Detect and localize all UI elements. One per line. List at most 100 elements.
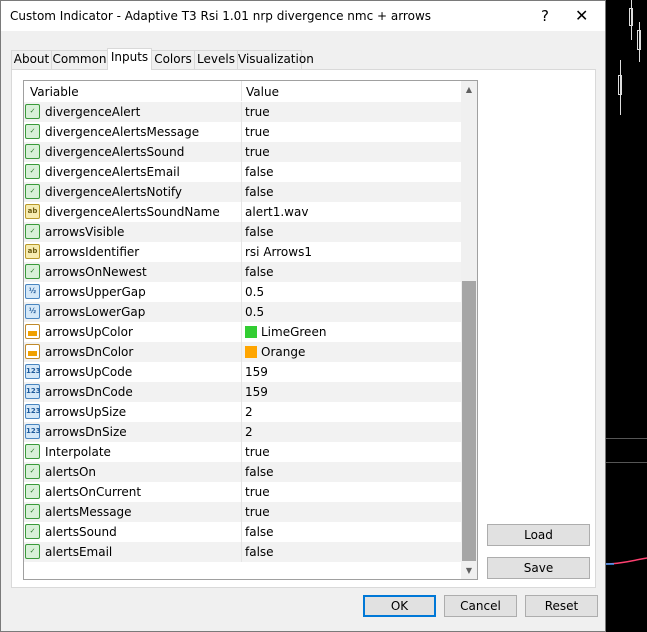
variable-name: divergenceAlertsNotify bbox=[45, 185, 183, 199]
tab-inputs[interactable]: Inputs bbox=[107, 48, 152, 70]
variable-value[interactable]: LimeGreen bbox=[261, 325, 326, 339]
grid-row[interactable]: arrowsDnColor Orange bbox=[24, 342, 461, 362]
grid-row[interactable]: ½ arrowsLowerGap 0.5 bbox=[24, 302, 461, 322]
boolean-type-icon: ✓ bbox=[25, 484, 40, 499]
grid-row[interactable]: 123 arrowsUpSize 2 bbox=[24, 402, 461, 422]
variable-name: divergenceAlertsSound bbox=[45, 145, 185, 159]
cell-divider bbox=[241, 202, 242, 222]
load-button[interactable]: Load bbox=[487, 524, 590, 546]
variable-name: arrowsIdentifier bbox=[45, 245, 140, 259]
string-type-icon: ab bbox=[25, 244, 40, 259]
variable-value[interactable]: 2 bbox=[245, 405, 253, 419]
grid-row[interactable]: ½ arrowsUpperGap 0.5 bbox=[24, 282, 461, 302]
chart-gridline bbox=[606, 462, 647, 463]
boolean-type-icon: ✓ bbox=[25, 164, 40, 179]
cell-divider bbox=[241, 442, 242, 462]
cell-divider bbox=[241, 522, 242, 542]
grid-row[interactable]: ✓ divergenceAlert true bbox=[24, 102, 461, 122]
variable-name: arrowsUpSize bbox=[45, 405, 127, 419]
grid-row[interactable]: ✓ alertsOnCurrent true bbox=[24, 482, 461, 502]
cell-divider bbox=[241, 262, 242, 282]
window-title: Custom Indicator - Adaptive T3 Rsi 1.01 … bbox=[10, 9, 432, 23]
cell-divider bbox=[241, 382, 242, 402]
variable-value[interactable]: Orange bbox=[261, 345, 305, 359]
color-swatch bbox=[245, 346, 257, 358]
tab-visualization[interactable]: Visualization bbox=[237, 50, 314, 69]
boolean-type-icon: ✓ bbox=[25, 524, 40, 539]
variable-name: arrowsDnCode bbox=[45, 385, 133, 399]
grid-row[interactable]: ✓ alertsMessage true bbox=[24, 502, 461, 522]
variable-value[interactable]: 2 bbox=[245, 425, 253, 439]
variable-name: divergenceAlertsSoundName bbox=[45, 205, 220, 219]
grid-row[interactable]: ✓ arrowsVisible false bbox=[24, 222, 461, 242]
variable-name: arrowsOnNewest bbox=[45, 265, 147, 279]
column-header-value[interactable]: Value bbox=[246, 85, 279, 99]
tab-levels[interactable]: Levels bbox=[194, 50, 238, 69]
variable-value[interactable]: 159 bbox=[245, 385, 268, 399]
cancel-button[interactable]: Cancel bbox=[444, 595, 517, 617]
grid-row[interactable]: ✓ divergenceAlertsSound true bbox=[24, 142, 461, 162]
boolean-type-icon: ✓ bbox=[25, 444, 40, 459]
variable-name: Interpolate bbox=[45, 445, 111, 459]
grid-row[interactable]: ab arrowsIdentifier rsi Arrows1 bbox=[24, 242, 461, 262]
variable-value[interactable]: true bbox=[245, 145, 270, 159]
variable-value[interactable]: 0.5 bbox=[245, 285, 264, 299]
cell-divider bbox=[241, 242, 242, 262]
tab-common[interactable]: Common bbox=[51, 50, 108, 69]
cell-divider bbox=[241, 462, 242, 482]
help-button[interactable]: ? bbox=[541, 7, 549, 25]
variable-value[interactable]: false bbox=[245, 525, 274, 539]
string-type-icon: ab bbox=[25, 204, 40, 219]
variable-value[interactable]: false bbox=[245, 265, 274, 279]
reset-button[interactable]: Reset bbox=[525, 595, 598, 617]
variable-value[interactable]: true bbox=[245, 445, 270, 459]
color-type-icon bbox=[25, 324, 40, 339]
grid-row[interactable]: ✓ alertsSound false bbox=[24, 522, 461, 542]
cell-divider bbox=[241, 482, 242, 502]
variable-value[interactable]: false bbox=[245, 545, 274, 559]
grid-row[interactable]: ✓ Interpolate true bbox=[24, 442, 461, 462]
grid-row[interactable]: ab divergenceAlertsSoundName alert1.wav bbox=[24, 202, 461, 222]
variable-value[interactable]: true bbox=[245, 125, 270, 139]
variable-name: divergenceAlertsEmail bbox=[45, 165, 180, 179]
grid-row[interactable]: ✓ divergenceAlertsMessage true bbox=[24, 122, 461, 142]
variable-value[interactable]: true bbox=[245, 505, 270, 519]
grid-row[interactable]: ✓ alertsOn false bbox=[24, 462, 461, 482]
variable-value[interactable]: false bbox=[245, 165, 274, 179]
grid-row[interactable]: ✓ alertsEmail false bbox=[24, 542, 461, 562]
scroll-up-icon[interactable]: ▲ bbox=[461, 81, 477, 98]
variable-value[interactable]: false bbox=[245, 225, 274, 239]
grid-row[interactable]: arrowsUpColor LimeGreen bbox=[24, 322, 461, 342]
column-header-variable[interactable]: Variable bbox=[30, 85, 79, 99]
variable-value[interactable]: true bbox=[245, 485, 270, 499]
save-button[interactable]: Save bbox=[487, 557, 590, 579]
ok-button[interactable]: OK bbox=[363, 595, 436, 617]
variable-value[interactable]: 159 bbox=[245, 365, 268, 379]
double-type-icon: ½ bbox=[25, 284, 40, 299]
grid-row[interactable]: 123 arrowsUpCode 159 bbox=[24, 362, 461, 382]
grid-row[interactable]: ✓ divergenceAlertsEmail false bbox=[24, 162, 461, 182]
scroll-thumb[interactable] bbox=[462, 281, 476, 561]
scroll-down-icon[interactable]: ▼ bbox=[461, 562, 477, 579]
cell-divider bbox=[241, 542, 242, 562]
chart-gridline bbox=[606, 438, 647, 439]
tab-colors[interactable]: Colors bbox=[151, 50, 195, 69]
tab-about[interactable]: About bbox=[11, 50, 52, 69]
variable-value[interactable]: rsi Arrows1 bbox=[245, 245, 312, 259]
variable-name: arrowsUpperGap bbox=[45, 285, 146, 299]
variable-value[interactable]: true bbox=[245, 105, 270, 119]
grid-row[interactable]: 123 arrowsDnSize 2 bbox=[24, 422, 461, 442]
vertical-scrollbar[interactable]: ▲ ▼ bbox=[461, 81, 477, 579]
variable-value[interactable]: false bbox=[245, 465, 274, 479]
cell-divider bbox=[241, 102, 242, 122]
variable-value[interactable]: false bbox=[245, 185, 274, 199]
custom-indicator-dialog: Custom Indicator - Adaptive T3 Rsi 1.01 … bbox=[0, 0, 606, 632]
cell-divider bbox=[241, 502, 242, 522]
close-button[interactable]: ✕ bbox=[575, 7, 588, 25]
variable-value[interactable]: alert1.wav bbox=[245, 205, 308, 219]
grid-row[interactable]: ✓ arrowsOnNewest false bbox=[24, 262, 461, 282]
variable-value[interactable]: 0.5 bbox=[245, 305, 264, 319]
variable-name: arrowsUpColor bbox=[45, 325, 133, 339]
grid-row[interactable]: ✓ divergenceAlertsNotify false bbox=[24, 182, 461, 202]
grid-row[interactable]: 123 arrowsDnCode 159 bbox=[24, 382, 461, 402]
